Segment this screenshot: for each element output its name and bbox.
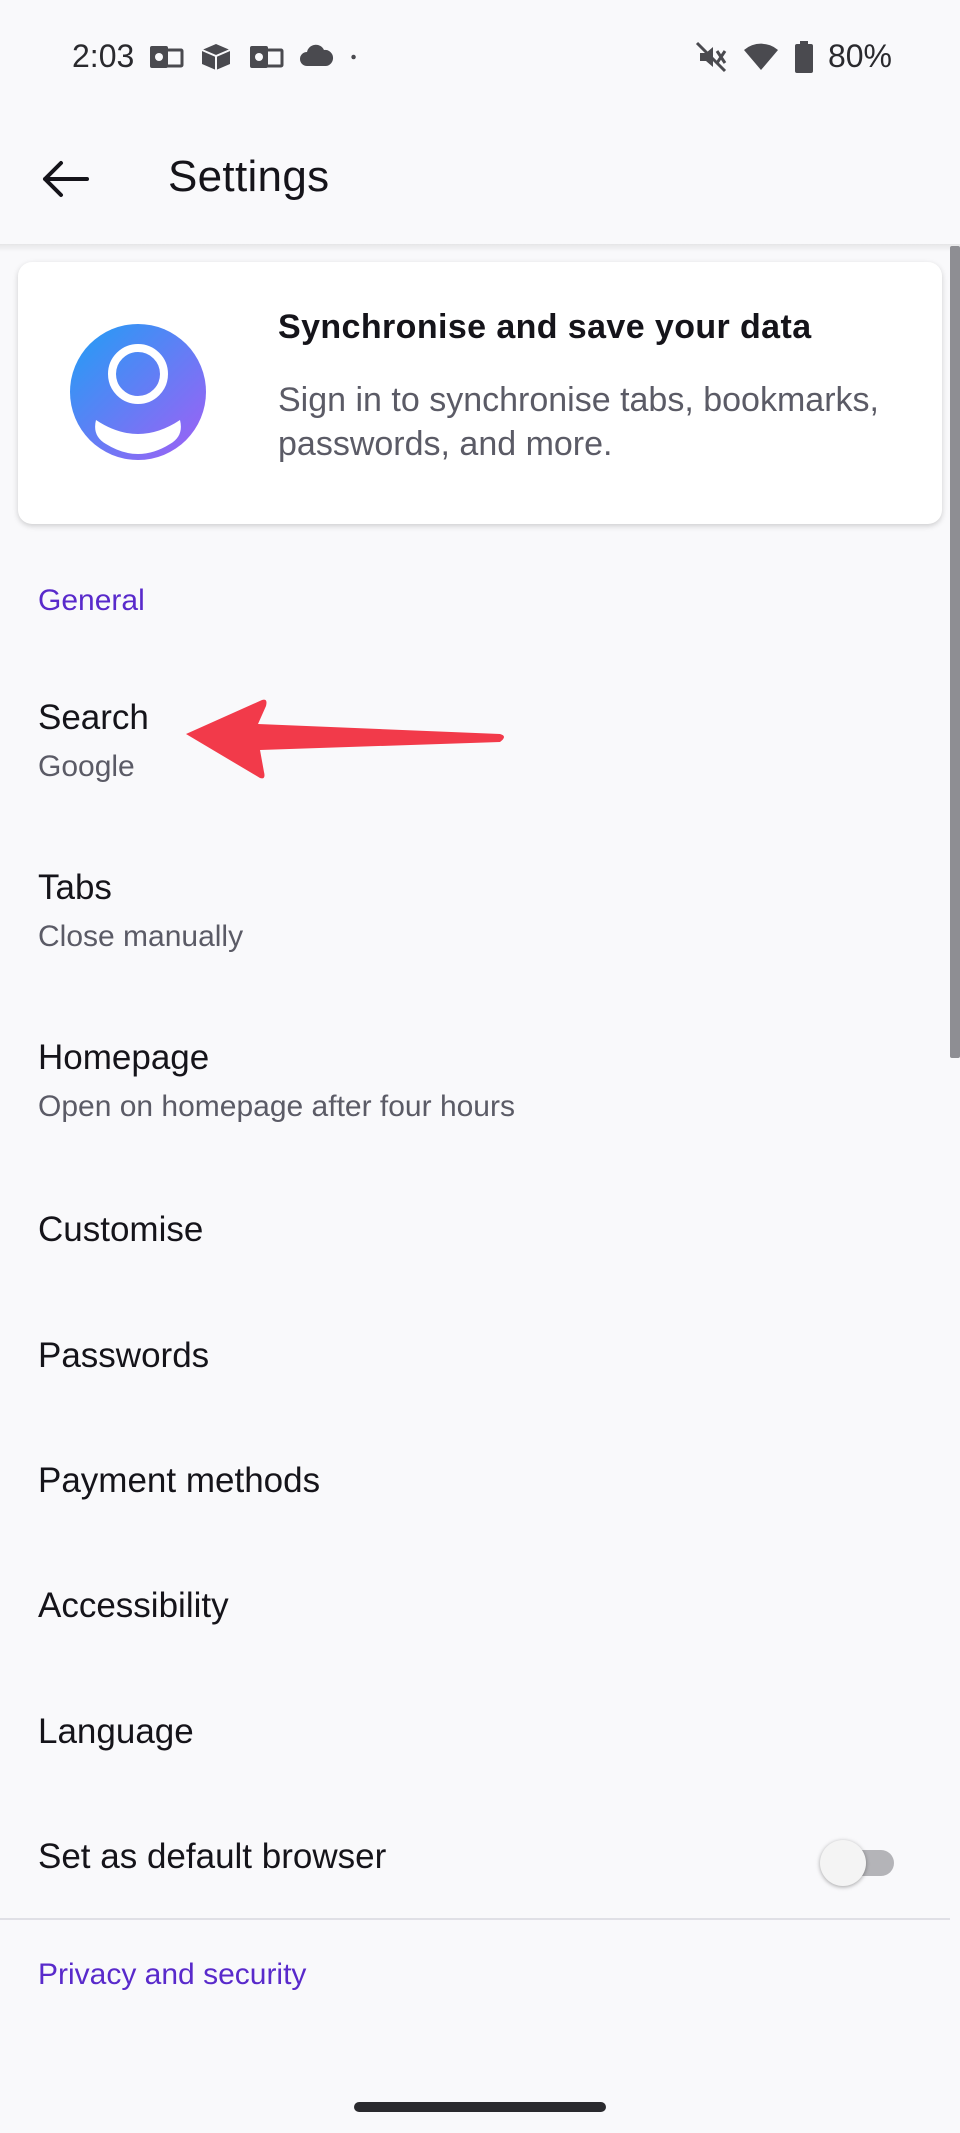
setting-title: Passwords	[38, 1336, 210, 1375]
default-browser-toggle[interactable]	[820, 1840, 900, 1886]
setting-summary: Close manually	[38, 920, 244, 953]
setting-item-accessibility[interactable]: Accessibility	[0, 1546, 950, 1666]
outlook-icon	[150, 46, 184, 68]
setting-title: Homepage	[38, 1038, 210, 1077]
setting-title: Tabs	[38, 868, 112, 907]
setting-item-passwords[interactable]: Passwords	[0, 1296, 950, 1416]
arrow-left-icon	[43, 161, 89, 197]
wifi-icon	[743, 43, 778, 70]
system-icons: 80%	[694, 38, 892, 75]
setting-item-default-browser[interactable]: Set as default browser	[0, 1797, 950, 1917]
scrollbar-thumb[interactable]	[950, 246, 960, 1058]
setting-title: Set as default browser	[38, 1837, 387, 1876]
dot-icon	[351, 54, 356, 60]
setting-summary: Google	[38, 750, 135, 783]
setting-summary: Open on homepage after four hours	[38, 1090, 515, 1123]
battery-percentage: 80%	[827, 38, 892, 74]
setting-item-payment-methods[interactable]: Payment methods	[0, 1421, 950, 1541]
page-title: Settings	[168, 152, 330, 201]
battery-icon	[794, 40, 813, 73]
section-header-general: General	[38, 584, 145, 617]
settings-screen: 2:03 80% Settings Synchronise and save y…	[0, 0, 960, 2133]
signin-card[interactable]: Synchronise and save your data Sign in t…	[18, 262, 942, 524]
home-gesture-bar[interactable]	[354, 2102, 606, 2112]
setting-title: Payment methods	[38, 1461, 321, 1500]
signin-title: Synchronise and save your data	[278, 308, 812, 346]
account-avatar-icon	[70, 324, 206, 460]
setting-title: Customise	[38, 1210, 204, 1249]
setting-item-tabs[interactable]: Tabs Close manually	[0, 830, 950, 970]
app-bar-shadow	[0, 244, 960, 252]
back-button[interactable]	[28, 142, 102, 216]
package-icon	[201, 44, 231, 70]
mute-icon	[695, 41, 727, 72]
section-divider	[0, 1918, 950, 1920]
setting-title: Search	[38, 698, 149, 737]
setting-item-language[interactable]: Language	[0, 1672, 950, 1792]
signin-description: Sign in to synchronise tabs, bookmarks, …	[278, 381, 879, 463]
cloud-icon	[300, 44, 334, 66]
setting-title: Accessibility	[38, 1586, 229, 1625]
app-bar: Settings	[0, 112, 960, 244]
status-bar: 2:03 80%	[0, 0, 960, 112]
outlook-icon	[250, 46, 284, 68]
annotation-arrow-icon	[186, 699, 504, 779]
setting-item-customise[interactable]: Customise	[0, 1170, 950, 1290]
setting-item-homepage[interactable]: Homepage Open on homepage after four hou…	[0, 1000, 950, 1140]
setting-title: Language	[38, 1712, 194, 1751]
section-header-privacy: Privacy and security	[38, 1958, 307, 1991]
notification-icons	[148, 40, 368, 74]
status-time: 2:03	[72, 38, 135, 74]
toggle-knob	[820, 1840, 866, 1886]
